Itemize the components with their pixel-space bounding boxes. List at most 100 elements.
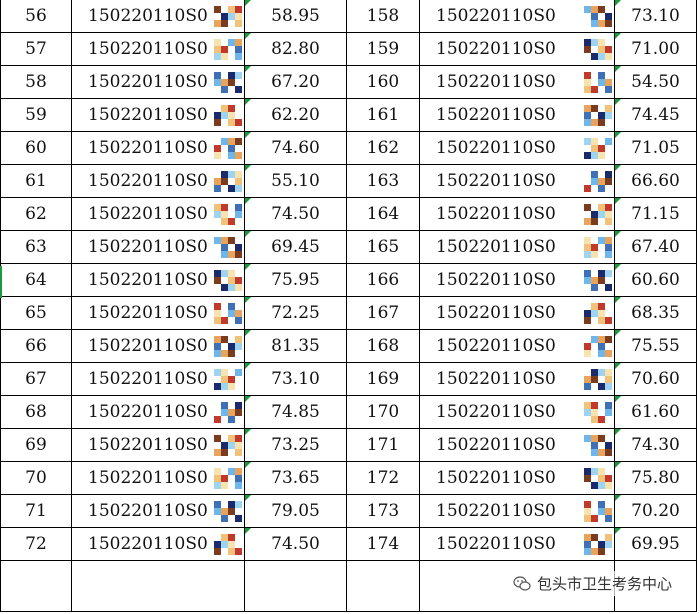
- score-cell-left[interactable]: 74.50: [244, 197, 347, 231]
- seq-cell-left[interactable]: 68: [0, 395, 72, 429]
- seq-cell-right[interactable]: 173: [346, 494, 420, 528]
- exam-id-cell-right[interactable]: 150220110S0: [419, 296, 615, 330]
- exam-id-cell-right[interactable]: 150220110S0: [419, 329, 615, 363]
- seq-cell-right[interactable]: 166: [346, 263, 420, 297]
- score-cell-right[interactable]: 70.60: [614, 362, 697, 396]
- seq-cell-left[interactable]: 70: [0, 461, 72, 495]
- score-cell-left[interactable]: 81.35: [244, 329, 347, 363]
- exam-id-cell-right[interactable]: 150220110S0: [419, 197, 615, 231]
- exam-id-cell-left[interactable]: 150220110S0: [71, 98, 245, 132]
- score-cell-left[interactable]: 73.25: [244, 428, 347, 462]
- seq-cell-right[interactable]: 169: [346, 362, 420, 396]
- exam-id-cell-right[interactable]: 150220110S0: [419, 98, 615, 132]
- seq-cell-right[interactable]: 172: [346, 461, 420, 495]
- score-cell-right[interactable]: 74.30: [614, 428, 697, 462]
- seq-cell-left[interactable]: 66: [0, 329, 72, 363]
- seq-cell-left[interactable]: 59: [0, 98, 72, 132]
- exam-id-cell-left[interactable]: 150220110S0: [71, 164, 245, 198]
- score-cell-left[interactable]: 62.20: [244, 98, 347, 132]
- score-cell-right[interactable]: 68.35: [614, 296, 697, 330]
- score-cell-right[interactable]: 74.45: [614, 98, 697, 132]
- seq-cell-right[interactable]: 171: [346, 428, 420, 462]
- score-cell-right[interactable]: 71.15: [614, 197, 697, 231]
- exam-id-cell-right[interactable]: 150220110S0: [419, 164, 615, 198]
- exam-id-cell-right[interactable]: 150220110S0: [419, 428, 615, 462]
- score-cell-left[interactable]: 55.10: [244, 164, 347, 198]
- exam-id-cell-left[interactable]: 150220110S0: [71, 296, 245, 330]
- seq-cell-left[interactable]: 71: [0, 494, 72, 528]
- seq-cell-left[interactable]: 72: [0, 527, 72, 561]
- score-cell-right[interactable]: 69.95: [614, 527, 697, 561]
- exam-id-cell-left[interactable]: 150220110S0: [71, 131, 245, 165]
- exam-id-cell-right[interactable]: 150220110S0: [419, 395, 615, 429]
- seq-cell-left[interactable]: 61: [0, 164, 72, 198]
- exam-id-cell-left[interactable]: 150220110S0: [71, 197, 245, 231]
- exam-id-cell-right[interactable]: 150220110S0: [419, 131, 615, 165]
- seq-cell-left[interactable]: 65: [0, 296, 72, 330]
- exam-id-cell-left[interactable]: 150220110S0: [71, 0, 245, 33]
- score-cell-right[interactable]: 75.55: [614, 329, 697, 363]
- seq-cell-left[interactable]: 56: [0, 0, 72, 33]
- score-cell-left[interactable]: 74.50: [244, 527, 347, 561]
- score-cell-left[interactable]: 72.25: [244, 296, 347, 330]
- score-cell-left[interactable]: 73.65: [244, 461, 347, 495]
- exam-id-cell-left[interactable]: 150220110S0: [71, 329, 245, 363]
- seq-cell-right[interactable]: 174: [346, 527, 420, 561]
- score-cell-left[interactable]: 74.60: [244, 131, 347, 165]
- seq-cell-right[interactable]: 170: [346, 395, 420, 429]
- exam-id-cell-left[interactable]: 150220110S0: [71, 461, 245, 495]
- seq-cell-left[interactable]: 58: [0, 65, 72, 99]
- seq-cell-right[interactable]: 161: [346, 98, 420, 132]
- exam-id-cell-right[interactable]: 150220110S0: [419, 32, 615, 66]
- seq-cell-left[interactable]: 62: [0, 197, 72, 231]
- seq-cell-right[interactable]: 158: [346, 0, 420, 33]
- score-cell-left[interactable]: 82.80: [244, 32, 347, 66]
- score-cell-left[interactable]: 69.45: [244, 230, 347, 264]
- exam-id-cell-right[interactable]: 150220110S0: [419, 362, 615, 396]
- exam-id-cell-left[interactable]: 150220110S0: [71, 527, 245, 561]
- seq-cell-right[interactable]: 163: [346, 164, 420, 198]
- score-cell-right[interactable]: 67.40: [614, 230, 697, 264]
- score-cell-right[interactable]: 70.20: [614, 494, 697, 528]
- score-cell-left[interactable]: 58.95: [244, 0, 347, 33]
- score-cell-left[interactable]: 74.85: [244, 395, 347, 429]
- seq-cell-left[interactable]: 64: [0, 263, 72, 297]
- exam-id-cell-right[interactable]: 150220110S0: [419, 230, 615, 264]
- score-cell-right[interactable]: 71.00: [614, 32, 697, 66]
- seq-cell-right[interactable]: 164: [346, 197, 420, 231]
- exam-id-cell-right[interactable]: 150220110S0: [419, 263, 615, 297]
- score-cell-right[interactable]: 60.60: [614, 263, 697, 297]
- seq-cell-left[interactable]: 57: [0, 32, 72, 66]
- exam-id-cell-left[interactable]: 150220110S0: [71, 428, 245, 462]
- seq-cell-left[interactable]: 63: [0, 230, 72, 264]
- exam-id-cell-left[interactable]: 150220110S0: [71, 395, 245, 429]
- score-cell-left[interactable]: 73.10: [244, 362, 347, 396]
- score-cell-right[interactable]: 71.05: [614, 131, 697, 165]
- score-cell-right[interactable]: 54.50: [614, 65, 697, 99]
- exam-id-cell-left[interactable]: 150220110S0: [71, 494, 245, 528]
- seq-cell-left[interactable]: 67: [0, 362, 72, 396]
- seq-cell-right[interactable]: 160: [346, 65, 420, 99]
- exam-id-cell-left[interactable]: 150220110S0: [71, 362, 245, 396]
- score-cell-left[interactable]: 67.20: [244, 65, 347, 99]
- exam-id-cell-right[interactable]: 150220110S0: [419, 461, 615, 495]
- seq-cell-right[interactable]: 167: [346, 296, 420, 330]
- exam-id-cell-left[interactable]: 150220110S0: [71, 32, 245, 66]
- score-cell-right[interactable]: 66.60: [614, 164, 697, 198]
- exam-id-cell-right[interactable]: 150220110S0: [419, 494, 615, 528]
- exam-id-cell-left[interactable]: 150220110S0: [71, 230, 245, 264]
- seq-cell-right[interactable]: 159: [346, 32, 420, 66]
- score-cell-right[interactable]: 61.60: [614, 395, 697, 429]
- exam-id-cell-right[interactable]: 150220110S0: [419, 65, 615, 99]
- score-cell-left[interactable]: 75.95: [244, 263, 347, 297]
- score-cell-right[interactable]: 73.10: [614, 0, 697, 33]
- score-cell-left[interactable]: 79.05: [244, 494, 347, 528]
- exam-id-cell-left[interactable]: 150220110S0: [71, 263, 245, 297]
- seq-cell-left[interactable]: 60: [0, 131, 72, 165]
- seq-cell-left[interactable]: 69: [0, 428, 72, 462]
- exam-id-cell-right[interactable]: 150220110S0: [419, 527, 615, 561]
- exam-id-cell-left[interactable]: 150220110S0: [71, 65, 245, 99]
- seq-cell-right[interactable]: 168: [346, 329, 420, 363]
- seq-cell-right[interactable]: 162: [346, 131, 420, 165]
- score-cell-right[interactable]: 75.80: [614, 461, 697, 495]
